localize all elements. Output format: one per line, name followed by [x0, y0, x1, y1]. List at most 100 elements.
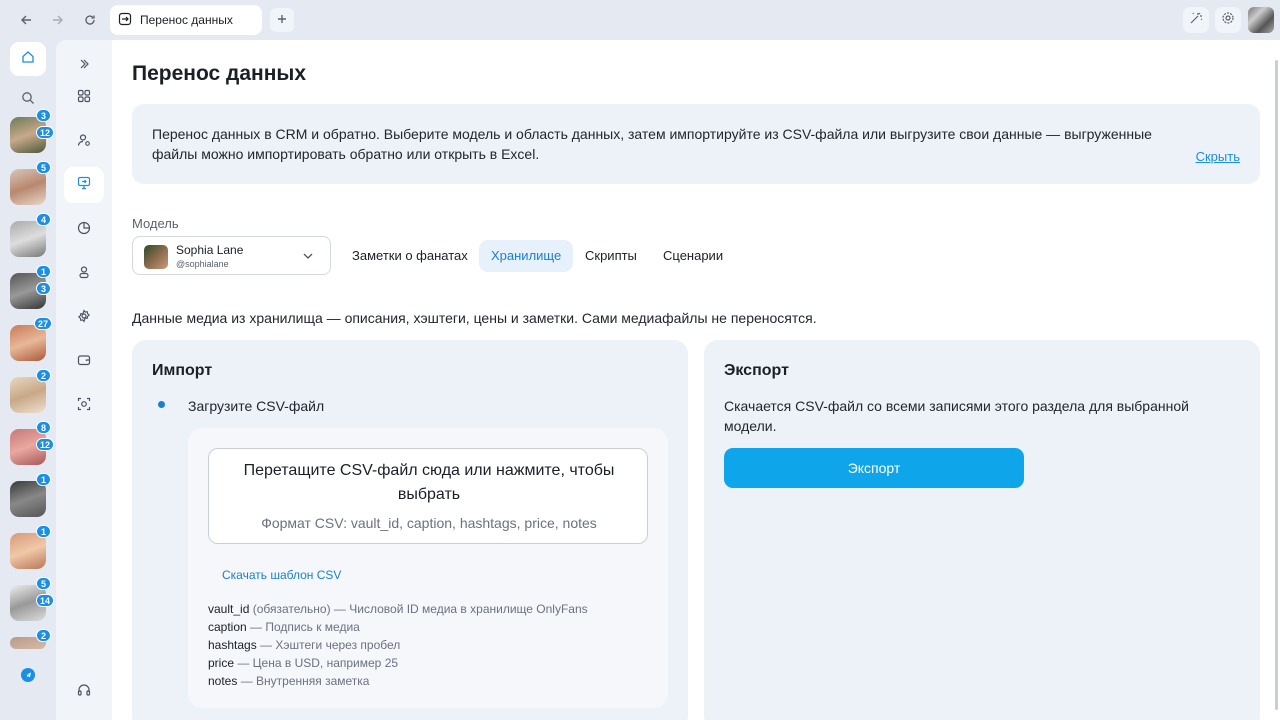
unread-badge: 12 [36, 438, 55, 451]
model-label: Модель [132, 216, 179, 231]
creator-avatar[interactable] [10, 377, 46, 413]
settings-button[interactable] [1215, 7, 1241, 33]
field-key: caption [208, 620, 247, 634]
unread-badge: 8 [36, 421, 51, 434]
field-key: vault_id [208, 602, 250, 616]
search-icon[interactable] [18, 88, 38, 108]
pie-chart-icon [77, 221, 91, 240]
telegram-icon[interactable] [21, 668, 35, 682]
creator-avatar[interactable] [10, 221, 46, 257]
unread-badge: 12 [36, 126, 55, 139]
menu-item-data-transfer[interactable] [64, 167, 104, 203]
new-tab-button[interactable] [270, 8, 294, 32]
model-avatar [144, 245, 168, 269]
creator-avatar[interactable] [10, 481, 46, 517]
menu-item-dashboard[interactable] [64, 80, 104, 116]
field-row: hashtags — Хэштеги через пробел [208, 636, 588, 654]
model-select[interactable]: Sophia Lane @sophialane [132, 236, 331, 275]
menu-item-scan[interactable] [64, 388, 104, 424]
tab-scripts[interactable]: Скрипты [573, 240, 649, 272]
unread-badge: 4 [36, 213, 51, 226]
field-description: — Хэштеги через пробел [256, 638, 401, 652]
main-content: Перенос данных Перенос данных в CRM и об… [112, 40, 1280, 720]
grid-icon [77, 89, 91, 108]
export-description: Скачается CSV-файл со всеми записями это… [724, 398, 1189, 434]
export-title: Экспорт [724, 362, 789, 379]
unread-badge: 1 [36, 473, 51, 486]
home-button[interactable] [10, 42, 46, 76]
step-indicator [158, 401, 165, 408]
field-key: price [208, 656, 235, 670]
browser-tab-title: Перенос данных [140, 13, 233, 27]
menu-item-profile[interactable] [64, 256, 104, 292]
export-card: Экспорт Скачается CSV-файл со всеми запи… [704, 340, 1260, 720]
unread-badge: 14 [36, 594, 55, 607]
tab-fan-notes[interactable]: Заметки о фанатах [340, 240, 480, 272]
person-badge-icon [77, 265, 91, 284]
field-description: — Цена в USD, например 25 [234, 656, 399, 670]
unread-badge: 5 [36, 577, 51, 590]
tab-scenarios[interactable]: Сценарии [651, 240, 735, 272]
unread-badge: 2 [36, 629, 51, 642]
menu-item-settings[interactable] [64, 300, 104, 336]
dropzone-title: Перетащите CSV-файл сюда или нажмите, чт… [243, 462, 615, 503]
browser-tab[interactable]: Перенос данных [110, 5, 262, 35]
reload-icon[interactable] [80, 10, 100, 30]
hide-link[interactable]: Скрыть [1196, 147, 1240, 167]
expand-menu-button[interactable] [64, 48, 104, 84]
model-name: Sophia Lane [176, 243, 244, 257]
plus-icon [277, 11, 287, 29]
upload-panel: Перетащите CSV-файл сюда или нажмите, чт… [188, 428, 668, 708]
back-arrow-icon[interactable] [16, 10, 36, 30]
info-banner: Перенос данных в CRM и обратно. Выберите… [132, 104, 1260, 184]
field-row: vault_id (обязательно) — Числовой ID мед… [208, 600, 588, 618]
download-template-link[interactable]: Скачать шаблон CSV [222, 568, 341, 582]
unread-badge: 5 [36, 161, 51, 174]
field-row: caption — Подпись к медиа [208, 618, 588, 636]
unread-badge: 27 [34, 317, 53, 330]
section-description: Данные медиа из хранилища — описания, хэ… [132, 310, 817, 326]
creator-avatar[interactable] [10, 325, 46, 361]
import-card: Импорт Загрузите CSV-файл Перетащите CSV… [132, 340, 688, 720]
field-row: notes — Внутренняя заметка [208, 672, 588, 690]
unread-badge: 2 [36, 369, 51, 382]
field-row: price — Цена в USD, например 25 [208, 654, 588, 672]
user-settings-icon [77, 133, 91, 152]
field-description: — Внутренняя заметка [237, 674, 370, 688]
scan-icon [77, 397, 91, 416]
field-description: — Числовой ID медиа в хранилище OnlyFans [330, 602, 588, 616]
wallet-icon [77, 353, 91, 372]
field-list: vault_id (обязательно) — Числовой ID мед… [208, 600, 588, 690]
data-transfer-icon [77, 176, 91, 195]
double-chevron-right-icon [78, 57, 90, 75]
gear-icon [77, 308, 91, 328]
unread-badge: 3 [36, 282, 51, 295]
unread-badge: 1 [36, 525, 51, 538]
browser-toolbar: Перенос данных [0, 0, 1280, 40]
data-transfer-icon [118, 12, 132, 29]
user-avatar[interactable] [1248, 7, 1274, 33]
forward-arrow-icon[interactable] [48, 10, 68, 30]
scrollbar[interactable] [1275, 60, 1278, 710]
menu-item-support[interactable] [64, 674, 104, 710]
info-text: Перенос данных в CRM и обратно. Выберите… [152, 126, 1152, 162]
field-key: hashtags [208, 638, 257, 652]
model-handle: @sophialane [176, 259, 229, 269]
csv-dropzone[interactable]: Перетащите CSV-файл сюда или нажмите, чт… [208, 448, 648, 544]
creator-avatar[interactable] [10, 169, 46, 205]
export-button[interactable]: Экспорт [724, 448, 1024, 488]
menu-item-users[interactable] [64, 124, 104, 160]
headphones-icon [77, 683, 91, 702]
unread-badge: 1 [36, 265, 51, 278]
field-required: (обязательно) [249, 602, 331, 616]
creators-rail: 3 12 5 4 1 3 27 2 8 12 1 1 5 14 2 [0, 40, 56, 720]
step-label: Загрузите CSV-файл [188, 398, 325, 414]
menu-item-statistics[interactable] [64, 212, 104, 248]
home-icon [21, 50, 35, 69]
tab-vault[interactable]: Хранилище [479, 240, 574, 272]
magic-wand-icon [1189, 11, 1203, 30]
menu-item-wallet[interactable] [64, 344, 104, 380]
creator-avatar[interactable] [10, 533, 46, 569]
import-title: Импорт [152, 362, 213, 379]
magic-wand-button[interactable] [1183, 7, 1209, 33]
